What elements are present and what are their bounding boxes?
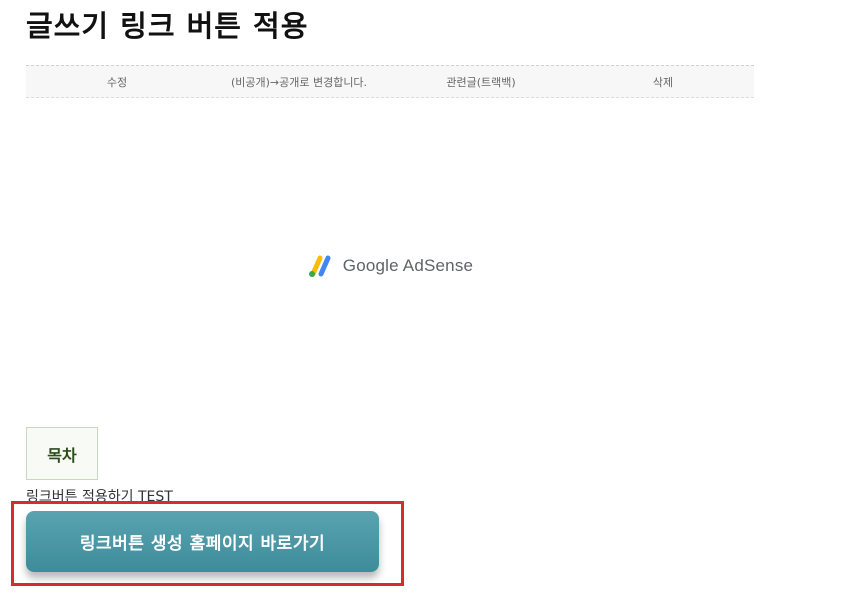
make-public-link[interactable]: (비공개)→공개로 변경합니다. xyxy=(208,74,390,90)
homepage-link-button[interactable]: 링크버튼 생성 홈페이지 바로가기 xyxy=(26,511,379,572)
edit-link[interactable]: 수정 xyxy=(26,74,208,90)
delete-link[interactable]: 삭제 xyxy=(572,74,754,90)
post-action-bar: 수정 (비공개)→공개로 변경합니다. 관련글(트랙백) 삭제 xyxy=(26,65,754,98)
adsense-text: Google AdSense xyxy=(342,256,474,275)
page-title: 글쓰기 링크 버튼 적용 xyxy=(26,9,309,43)
trackback-link[interactable]: 관련글(트랙백) xyxy=(390,74,572,90)
adsense-logo: Google AdSense xyxy=(307,254,473,278)
google-adsense-icon xyxy=(308,255,331,277)
toc-title[interactable]: 목차 xyxy=(26,427,98,480)
adsense-placeholder[interactable]: Google AdSense xyxy=(26,108,754,418)
